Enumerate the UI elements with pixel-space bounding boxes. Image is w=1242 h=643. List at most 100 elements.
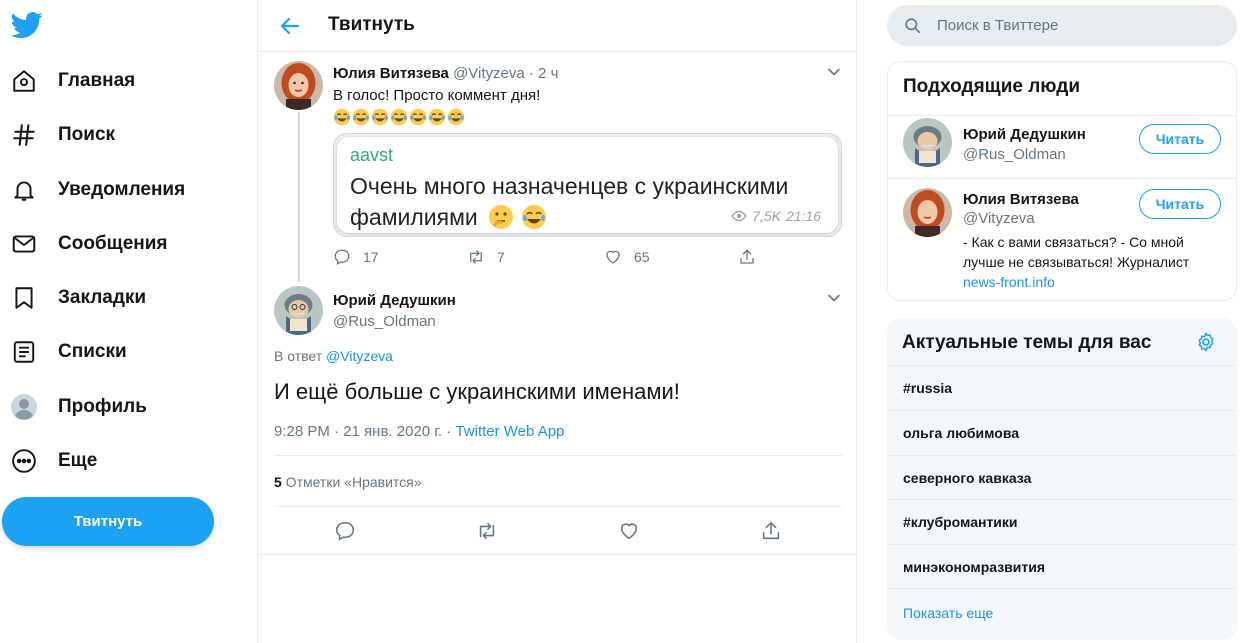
reply-to-handle-link[interactable]: @Vityzeva [326,348,393,364]
suggest-handle-1[interactable]: @Rus_Oldman [963,146,1066,163]
tweet1-body: В голос! Просто коммент дня! [333,86,540,126]
tears-of-joy-emoji-icon [409,108,427,126]
tweet1-attached-image[interactable]: aavst Очень много назначенцев с украинск… [333,133,842,237]
tweet2-author-handle[interactable]: @Rus_Oldman [333,313,436,330]
tweet2-retweet-icon[interactable] [476,520,498,542]
divider [888,115,1236,116]
nav-messages-label: Сообщения [58,233,168,254]
tweet2-source-link[interactable]: Twitter Web App [455,423,564,440]
trend-item[interactable]: #клубромантики [887,499,1237,544]
suggest-bio-link[interactable]: news-front.info [963,274,1055,290]
trend-label: #клубромантики [903,514,1018,530]
list-icon [10,338,38,366]
quoted-comment-views: 7,5K [752,208,781,224]
trend-item[interactable]: #russia [887,365,1237,410]
suggest-bio-2: - Как с вами связаться? - Со мной лучше … [963,232,1213,292]
suggest-handle-2[interactable]: @Vityzeva [963,210,1035,227]
profile-icon [10,393,38,421]
tweet1-reply-button[interactable]: 17 [333,248,467,266]
reply-to-prefix: В ответ [274,348,323,364]
suggest-name-1[interactable]: Юрий Дедушкин [963,126,1086,143]
suggest-name-2[interactable]: Юлия Витязева [963,191,1079,208]
nav-home[interactable]: Главная [10,59,135,103]
tweet1-author-name[interactable]: Юлия Витязева [333,65,449,82]
settings-gear-icon[interactable] [1195,331,1217,353]
thinking-face-emoji-icon [489,205,514,229]
tweet2-actions [258,508,856,554]
tweet2-timestamp[interactable]: 9:28 PM · 21 янв. 2020 г. · [274,423,455,440]
tweet2-likes-label: Отметки «Нравится» [281,474,422,490]
divider [887,588,1237,589]
tweet1-like-button[interactable]: 65 [604,248,738,266]
tweet2-reply-icon[interactable] [334,520,356,542]
avatar-vityzeva[interactable] [274,61,323,110]
suggest-bio-text: - Как с вами связаться? - Со мной лучше … [963,234,1190,270]
tweet2-chevron-down-icon[interactable] [826,290,842,306]
page-title: Твитнуть [328,14,415,35]
main-column: Твитнуть Юлия Витязева @Vityzeva · 2 ч В… [257,0,857,643]
tweet1-author-handle[interactable]: @Vityzeva [453,65,525,82]
divider [274,455,842,456]
back-arrow-icon[interactable] [278,14,302,38]
tweet1-share-button[interactable] [738,248,756,266]
follow-button-vityzeva[interactable]: Читать [1139,189,1221,219]
nav-explore[interactable]: Поиск [10,113,115,157]
avatar-rus-oldman[interactable] [274,286,323,335]
tears-of-joy-emoji-icon [521,205,546,229]
tweet2-share-icon[interactable] [760,520,782,542]
twitter-bird-logo-icon[interactable] [11,9,43,41]
home-icon [10,67,38,95]
suggest-avatar-vityzeva[interactable] [903,188,952,237]
tweet1-chevron-down-icon[interactable] [826,64,842,80]
tweet2-likes-count: 5 [274,474,282,490]
tweet1-retweet-button[interactable]: 7 [467,248,604,266]
tweet1-author: Юлия Витязева @Vityzeva · 2 ч [333,65,558,82]
more-icon [10,447,38,475]
tweet2-likes-summary[interactable]: 5 Отметки «Нравится» [274,474,422,490]
nav-lists-label: Списки [58,341,127,362]
tweet1-text: В голос! Просто коммент дня! [333,87,541,104]
nav-home-label: Главная [58,70,136,91]
nav-notifications[interactable]: Уведомления [10,168,185,212]
tears-of-joy-emoji-icon [447,108,465,126]
tweet1-like-count: 65 [634,249,650,265]
nav-messages[interactable]: Сообщения [10,222,168,266]
trend-item[interactable]: ольга любимова [887,410,1237,455]
show-more-link[interactable]: Показать еще [903,605,993,621]
trend-item[interactable]: северного кавказа [887,455,1237,500]
tears-of-joy-emoji-icon [390,108,408,126]
left-navigation: Главная Поиск Уведомления Сообщения Закл… [0,0,258,643]
nav-bookmarks[interactable]: Закладки [10,276,146,320]
who-to-follow-title: Подходящие люди [903,76,1081,97]
tweet2-meta: 9:28 PM · 21 янв. 2020 г. · Twitter Web … [274,423,564,440]
trend-item[interactable]: минэкономразвития [887,544,1237,589]
nav-more-label: Еще [58,450,98,471]
search-input[interactable] [937,5,1227,46]
trends-panel: Актуальные темы для вас #russia ольга лю… [887,318,1237,640]
tweet2-author-name[interactable]: Юрий Дедушкин [333,292,456,309]
hashtag-icon [10,121,38,149]
tweet1-retweet-count: 7 [497,249,505,265]
nav-more[interactable]: Еще [10,439,97,483]
nav-profile[interactable]: Профиль [10,385,147,429]
suggest-avatar-rus-oldman[interactable] [903,118,952,167]
trend-label: ольга любимова [903,425,1020,441]
eye-icon [731,210,748,222]
tweet2-heart-icon[interactable] [618,520,640,542]
tweet1-time[interactable]: · 2 ч [529,65,559,82]
who-to-follow-panel: Подходящие люди Юрий Дедушкин @Rus_Oldma… [887,61,1237,301]
trend-label: минэкономразвития [903,559,1046,575]
follow-button-rus-oldman[interactable]: Читать [1139,124,1221,154]
bell-icon [10,176,38,204]
tweet2-text: И ещё больше с украинскими именами! [274,379,680,404]
trend-label: #russia [903,380,953,396]
tweet1-emoji-row [333,108,540,126]
tears-of-joy-emoji-icon [428,108,446,126]
nav-explore-label: Поиск [58,124,116,145]
tears-of-joy-emoji-icon [371,108,389,126]
nav-lists[interactable]: Списки [10,330,127,374]
tears-of-joy-emoji-icon [333,108,351,126]
envelope-icon [10,230,38,258]
compose-tweet-button[interactable]: Твитнуть [2,497,214,546]
divider [274,506,842,507]
